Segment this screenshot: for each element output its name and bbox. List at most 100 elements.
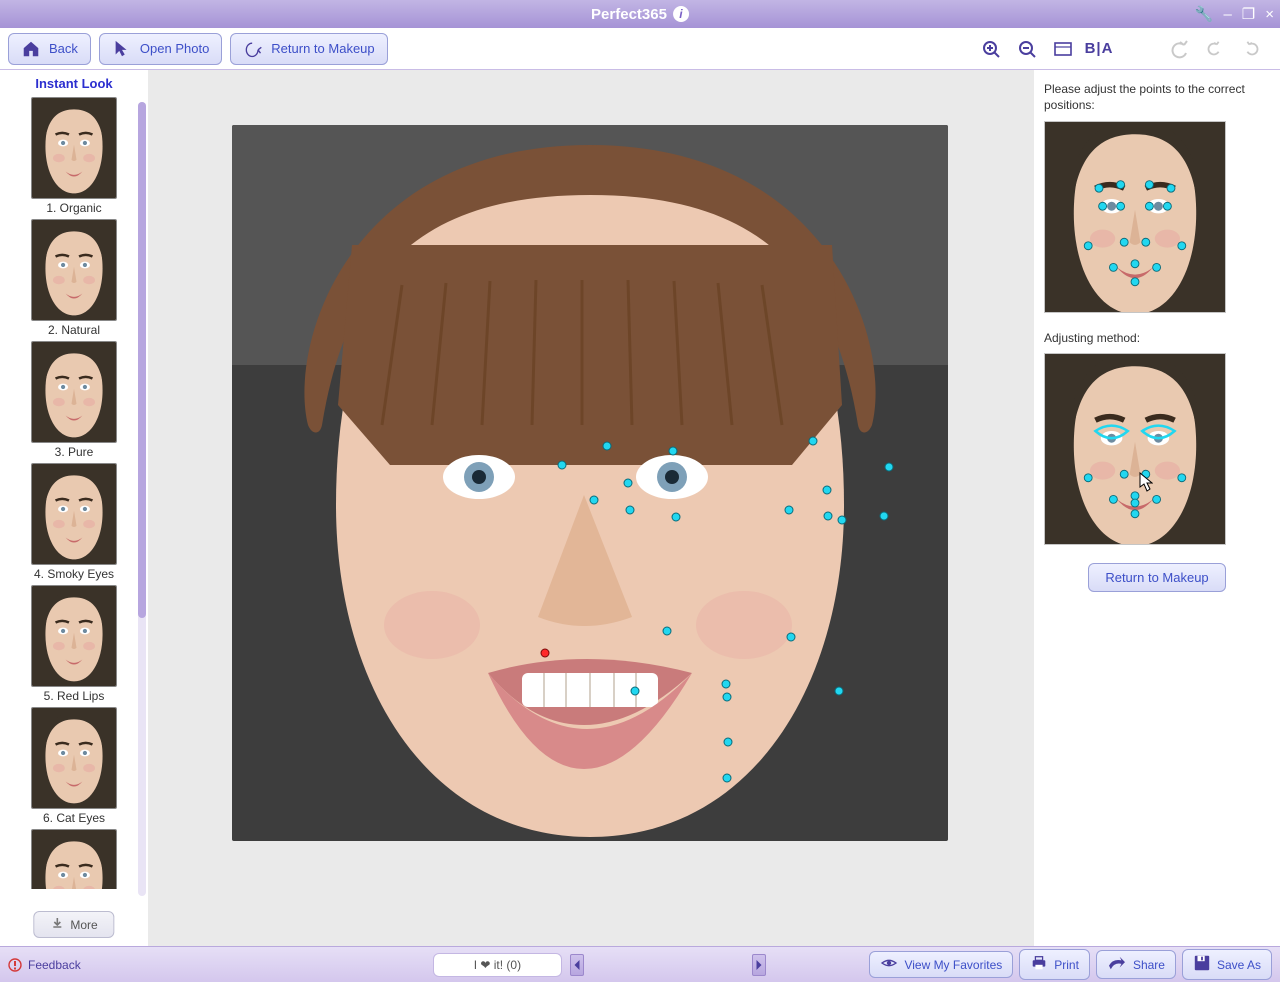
feedback-link[interactable]: Feedback <box>8 958 81 972</box>
like-button[interactable]: I ❤ it! (0) <box>433 953 562 977</box>
share-label: Share <box>1133 958 1165 972</box>
look-caption: 3. Pure <box>0 445 148 459</box>
maximize-button[interactable]: ❐ <box>1242 5 1255 23</box>
undo-all-icon <box>1168 38 1190 60</box>
open-photo-label: Open Photo <box>140 41 209 56</box>
look-caption: 4. Smoky Eyes <box>0 567 148 581</box>
favorites-label: View My Favorites <box>904 958 1002 972</box>
return-to-makeup-button[interactable]: Return to Makeup <box>230 33 387 65</box>
look-thumbnail <box>31 585 117 687</box>
face-point-19[interactable] <box>631 687 640 696</box>
face-point-12[interactable] <box>824 512 833 521</box>
look-item-5[interactable]: 5. Red Lips <box>0 585 148 703</box>
look-thumbnail <box>31 829 117 889</box>
look-thumbnail <box>31 463 117 565</box>
scrollbar-thumb[interactable] <box>138 102 146 618</box>
face-point-1[interactable] <box>558 461 567 470</box>
share-button[interactable]: Share <box>1096 950 1176 979</box>
close-button[interactable]: × <box>1265 6 1274 23</box>
look-thumbnail <box>31 341 117 443</box>
look-caption: 2. Natural <box>0 323 148 337</box>
look-list: 1. Organic 2. Natural 3. Pure 4. Smoky Eyes… <box>0 97 148 889</box>
return-to-makeup-panel-button[interactable]: Return to Makeup <box>1088 563 1225 592</box>
face-point-9[interactable] <box>672 513 681 522</box>
face-point-14[interactable] <box>880 512 889 521</box>
print-button[interactable]: Print <box>1019 949 1090 980</box>
zoom-out-icon[interactable] <box>1016 38 1038 60</box>
look-item-6[interactable]: 6. Cat Eyes <box>0 707 148 825</box>
fit-screen-icon[interactable] <box>1052 38 1074 60</box>
face-return-icon <box>243 39 263 59</box>
return-label: Return to Makeup <box>271 41 374 56</box>
before-after-toggle[interactable]: B|A <box>1088 38 1110 60</box>
look-caption: 1. Organic <box>0 201 148 215</box>
look-caption: 6. Cat Eyes <box>0 811 148 825</box>
view-favorites-button[interactable]: View My Favorites <box>869 951 1013 978</box>
face-point-16[interactable] <box>663 627 672 636</box>
adjust-instruction: Please adjust the points to the correct … <box>1044 82 1270 113</box>
face-point-10[interactable] <box>785 506 794 515</box>
look-thumbnail <box>31 707 117 809</box>
face-point-2[interactable] <box>603 442 612 451</box>
face-point-11[interactable] <box>823 486 832 495</box>
face-point-17[interactable] <box>787 633 796 642</box>
look-item-7[interactable] <box>0 829 148 889</box>
undo-icon <box>1204 38 1226 60</box>
face-point-6[interactable] <box>590 496 599 505</box>
face-point-22[interactable] <box>835 687 844 696</box>
main-photo[interactable] <box>232 125 948 841</box>
next-photo-button[interactable] <box>752 954 766 976</box>
toolbar: Back Open Photo Return to Makeup B|A <box>0 28 1280 70</box>
feedback-label: Feedback <box>28 958 81 972</box>
footer: Feedback I ❤ it! (0) View My Favorites P… <box>0 946 1280 982</box>
method-thumbnail <box>1044 353 1226 545</box>
more-label: More <box>70 918 97 932</box>
face-point-21[interactable] <box>723 693 732 702</box>
open-photo-button[interactable]: Open Photo <box>99 33 222 65</box>
look-item-3[interactable]: 3. Pure <box>0 341 148 459</box>
look-caption: 5. Red Lips <box>0 689 148 703</box>
look-item-4[interactable]: 4. Smoky Eyes <box>0 463 148 581</box>
save-as-button[interactable]: Save As <box>1182 949 1272 980</box>
eye-icon <box>880 956 898 973</box>
app-title: Perfect365 <box>591 6 667 23</box>
face-point-3[interactable] <box>669 447 678 456</box>
titlebar: Perfect365 i 🔧 – ❐ × <box>0 0 1280 28</box>
look-item-1[interactable]: 1. Organic <box>0 97 148 215</box>
face-point-13[interactable] <box>838 516 847 525</box>
redo-icon <box>1240 38 1262 60</box>
face-point-23[interactable] <box>724 738 733 747</box>
save-label: Save As <box>1217 958 1261 972</box>
info-icon[interactable]: i <box>673 6 689 22</box>
home-icon <box>21 39 41 59</box>
more-button[interactable]: More <box>33 911 114 938</box>
print-icon <box>1030 954 1048 975</box>
back-label: Back <box>49 41 78 56</box>
sidebar: Instant Look 1. Organic 2. Natural 3. Pure… <box>0 70 148 946</box>
face-point-4[interactable] <box>809 437 818 446</box>
prev-photo-button[interactable] <box>570 954 584 976</box>
back-button[interactable]: Back <box>8 33 91 65</box>
canvas-area <box>148 70 1034 946</box>
save-icon <box>1193 954 1211 975</box>
face-point-7[interactable] <box>624 479 633 488</box>
look-thumbnail <box>31 219 117 321</box>
reference-thumbnail <box>1044 121 1226 313</box>
sidebar-scrollbar[interactable] <box>138 102 146 896</box>
share-icon <box>1107 955 1127 974</box>
face-point-20[interactable] <box>722 680 731 689</box>
like-label: I ❤ it! (0) <box>474 958 521 972</box>
face-point-8[interactable] <box>626 506 635 515</box>
sidebar-heading: Instant Look <box>0 76 148 91</box>
print-label: Print <box>1054 958 1079 972</box>
method-label: Adjusting method: <box>1044 331 1270 345</box>
minimize-button[interactable]: – <box>1223 6 1231 23</box>
face-point-5[interactable] <box>885 463 894 472</box>
face-point-15[interactable] <box>541 649 550 658</box>
zoom-in-icon[interactable] <box>980 38 1002 60</box>
look-item-2[interactable]: 2. Natural <box>0 219 148 337</box>
settings-wrench-icon[interactable]: 🔧 <box>1195 5 1214 23</box>
right-panel: Please adjust the points to the correct … <box>1034 70 1280 946</box>
download-icon <box>50 916 64 933</box>
face-point-24[interactable] <box>723 774 732 783</box>
